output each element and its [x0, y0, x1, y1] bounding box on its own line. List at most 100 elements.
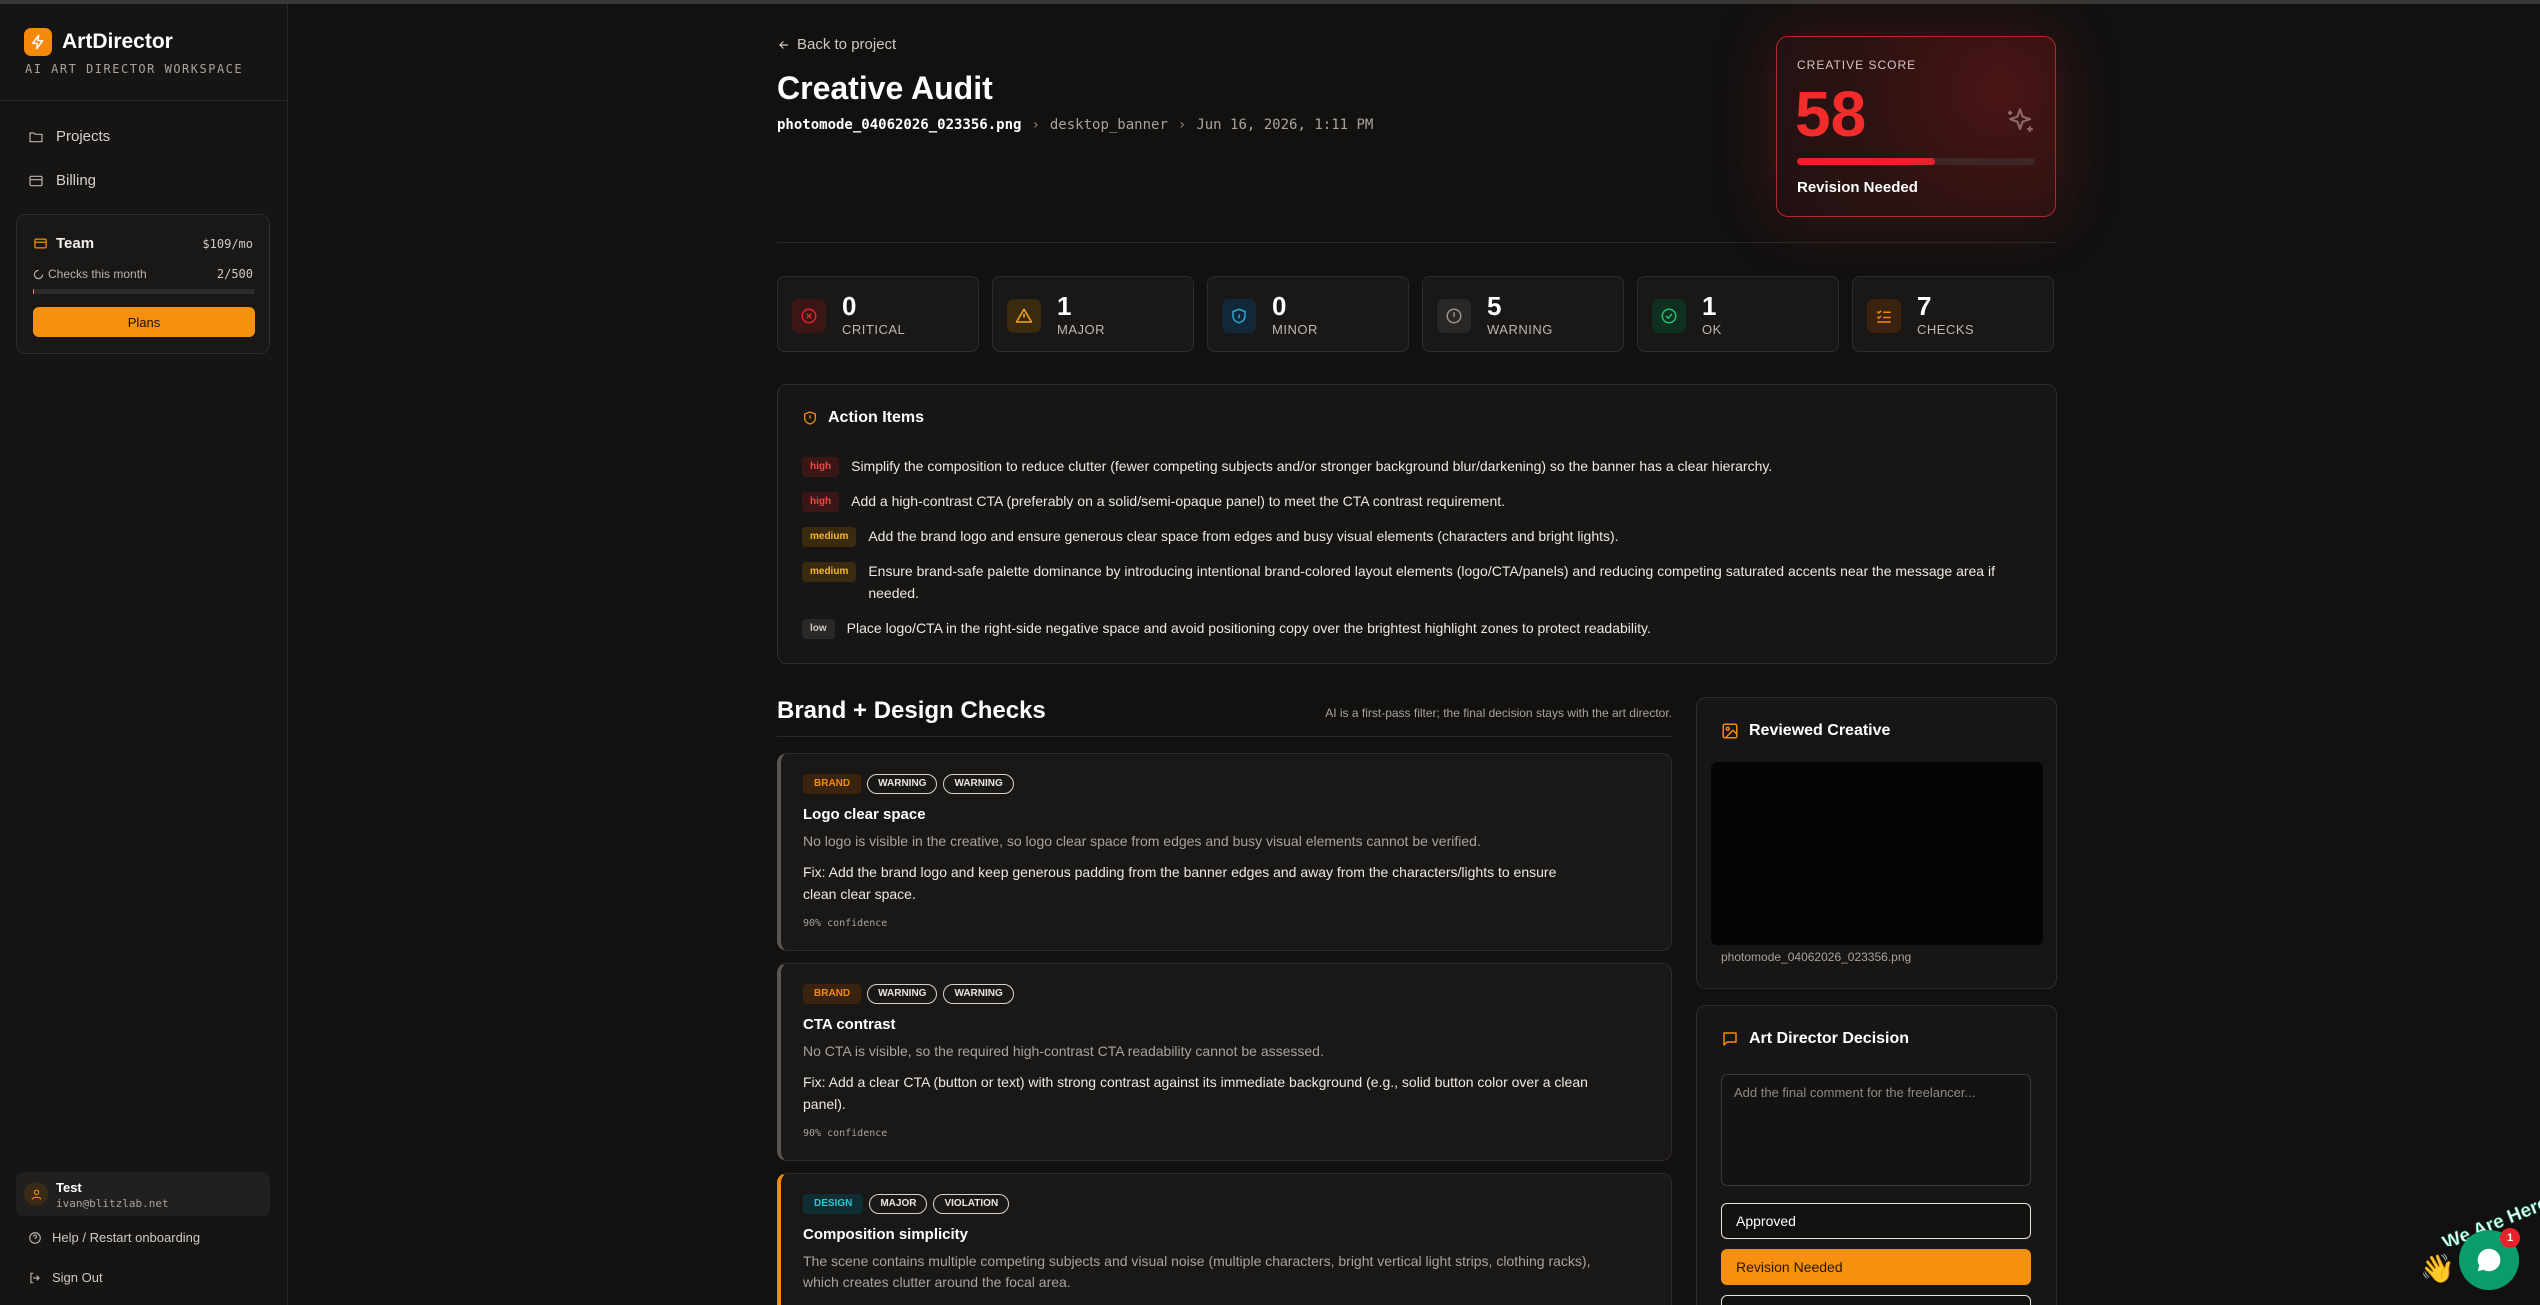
- plan-name: Team: [33, 235, 94, 252]
- chat-unread-badge: 1: [2500, 1228, 2520, 1248]
- sparkles-icon: [2007, 108, 2033, 132]
- avatar: [24, 1182, 48, 1206]
- score-bar-fill: [1797, 158, 1936, 165]
- check-circle-icon: [1652, 299, 1686, 333]
- image-icon: [1722, 723, 1738, 739]
- action-item: high Add a high-contrast CTA (preferably…: [802, 490, 1505, 512]
- window-top-border: [0, 0, 2540, 4]
- lightning-bolt-icon: [24, 28, 52, 56]
- sign-out-link[interactable]: Sign Out: [28, 1270, 103, 1285]
- stat-warning: 5 WARNING: [1422, 276, 1624, 352]
- check-description: No logo is visible in the creative, so l…: [803, 833, 1481, 849]
- score-status: Revision Needed: [1797, 179, 1918, 196]
- stat-value: 0: [842, 291, 857, 321]
- check-confidence: 90% confidence: [803, 918, 888, 929]
- stat-value: 0: [1272, 291, 1287, 321]
- checks-divider: [777, 736, 1672, 737]
- stat-minor: 0 MINOR: [1207, 276, 1409, 352]
- revision-needed-button[interactable]: Revision Needed: [1721, 1249, 2031, 1285]
- stat-label: WARNING: [1487, 322, 1553, 337]
- check-card-composition-simplicity[interactable]: DESIGN MAJOR VIOLATION Composition simpl…: [777, 1173, 1672, 1305]
- action-item-text: Add the brand logo and ensure generous c…: [868, 528, 1619, 544]
- sidebar-divider: [0, 100, 287, 101]
- credit-card-icon: [34, 238, 47, 249]
- help-link[interactable]: Help / Restart onboarding: [28, 1230, 200, 1245]
- priority-badge: high: [802, 492, 840, 512]
- creative-score-card: CREATIVE SCORE 58 Revision Needed: [1776, 36, 2056, 217]
- header-divider: [777, 242, 2057, 243]
- stat-value: 1: [1057, 291, 1072, 321]
- reviewed-creative-title: Reviewed Creative: [1721, 722, 1890, 740]
- action-items-title: Action Items: [802, 409, 924, 427]
- check-card-logo-clear-space[interactable]: BRAND WARNING WARNING Logo clear space N…: [777, 753, 1672, 951]
- approved-button[interactable]: Approved: [1721, 1203, 2031, 1239]
- check-title: CTA contrast: [803, 1016, 896, 1033]
- folder-icon: [29, 131, 43, 142]
- category-tag: BRAND: [803, 984, 862, 1004]
- decision-option-button[interactable]: [1721, 1295, 2031, 1305]
- sidebar-item-projects[interactable]: Projects: [28, 128, 110, 145]
- severity-tag: WARNING: [867, 774, 938, 794]
- user-card[interactable]: Test ivan@blitzlab.net: [16, 1172, 270, 1216]
- check-title: Composition simplicity: [803, 1226, 969, 1243]
- status-tag: WARNING: [943, 774, 1014, 794]
- plan-price: $109/mo: [202, 237, 253, 251]
- stat-label: MINOR: [1272, 322, 1318, 337]
- action-item: high Simplify the composition to reduce …: [802, 455, 1772, 477]
- message-square-icon: [1723, 1032, 1737, 1046]
- category-tag: BRAND: [803, 774, 862, 794]
- brand[interactable]: ArtDirector: [24, 28, 173, 56]
- stat-ok: 1 OK: [1637, 276, 1839, 352]
- checks-note: AI is a first-pass filter; the final dec…: [1325, 706, 1672, 720]
- action-item-text: Add a high-contrast CTA (preferably on a…: [851, 493, 1506, 509]
- page-title: Creative Audit: [777, 70, 993, 106]
- plans-button[interactable]: Plans: [33, 307, 255, 337]
- plan-usage-bar-fill: [33, 289, 35, 294]
- user-email: ivan@blitzlab.net: [56, 1197, 169, 1210]
- action-item: medium Ensure brand-safe palette dominan…: [802, 560, 2032, 604]
- chevron-right-icon: ›: [1177, 117, 1187, 133]
- action-items-card: Action Items high Simplify the compositi…: [777, 384, 2057, 664]
- info-circle-icon: [1437, 299, 1471, 333]
- stat-value: 7: [1917, 291, 1932, 321]
- reviewed-creative-card: Reviewed Creative photomode_04062026_023…: [1696, 697, 2057, 989]
- stat-major: 1 MAJOR: [992, 276, 1194, 352]
- user-icon: [31, 1189, 41, 1200]
- spinner-icon: [33, 269, 44, 279]
- plan-usage-label: Checks this month: [33, 267, 147, 281]
- check-tags: BRAND WARNING WARNING: [803, 984, 1020, 1004]
- stat-label: OK: [1702, 322, 1722, 337]
- shield-info-icon: [1222, 299, 1256, 333]
- breadcrumb: photomode_04062026_023356.png › desktop_…: [777, 117, 1373, 133]
- check-tags: BRAND WARNING WARNING: [803, 774, 1020, 794]
- check-title: Logo clear space: [803, 806, 926, 823]
- breadcrumb-file: photomode_04062026_023356.png: [777, 117, 1022, 133]
- check-description: The scene contains multiple competing su…: [803, 1253, 1591, 1290]
- plan-card: Team $109/mo Checks this month 2/500 Pla…: [16, 214, 270, 354]
- decision-title: Art Director Decision: [1721, 1030, 1909, 1048]
- art-director-decision-card: Art Director Decision Approved Revision …: [1696, 1005, 2057, 1305]
- check-fix: Fix: Add the brand logo and keep generou…: [803, 864, 1557, 902]
- check-card-cta-contrast[interactable]: BRAND WARNING WARNING CTA contrast No CT…: [777, 963, 1672, 1161]
- creative-preview-image[interactable]: [1711, 762, 2043, 945]
- back-to-project-link[interactable]: Back to project: [777, 36, 896, 53]
- decision-comment-input[interactable]: [1721, 1074, 2031, 1186]
- help-icon: [29, 1231, 41, 1244]
- shield-alert-icon: [804, 411, 816, 425]
- plan-usage-bar: [33, 289, 255, 294]
- brand-subtitle: AI ART DIRECTOR WORKSPACE: [25, 62, 244, 76]
- sidebar-item-billing[interactable]: Billing: [28, 172, 96, 189]
- priority-badge: medium: [802, 562, 857, 582]
- chat-bubble-icon: [2477, 1248, 2501, 1272]
- user-name: Test: [56, 1180, 82, 1195]
- arrow-left-icon: [779, 40, 789, 49]
- status-tag: VIOLATION: [933, 1194, 1010, 1214]
- check-fix: Fix: Add a clear CTA (button or text) wi…: [803, 1074, 1588, 1112]
- priority-badge: high: [802, 457, 840, 477]
- priority-badge: low: [802, 619, 835, 639]
- check-confidence: 90% confidence: [803, 1128, 888, 1139]
- stat-label: CRITICAL: [842, 322, 906, 337]
- priority-badge: medium: [802, 527, 857, 547]
- x-circle-icon: [792, 299, 826, 333]
- action-item: low Place logo/CTA in the right-side neg…: [802, 617, 1651, 639]
